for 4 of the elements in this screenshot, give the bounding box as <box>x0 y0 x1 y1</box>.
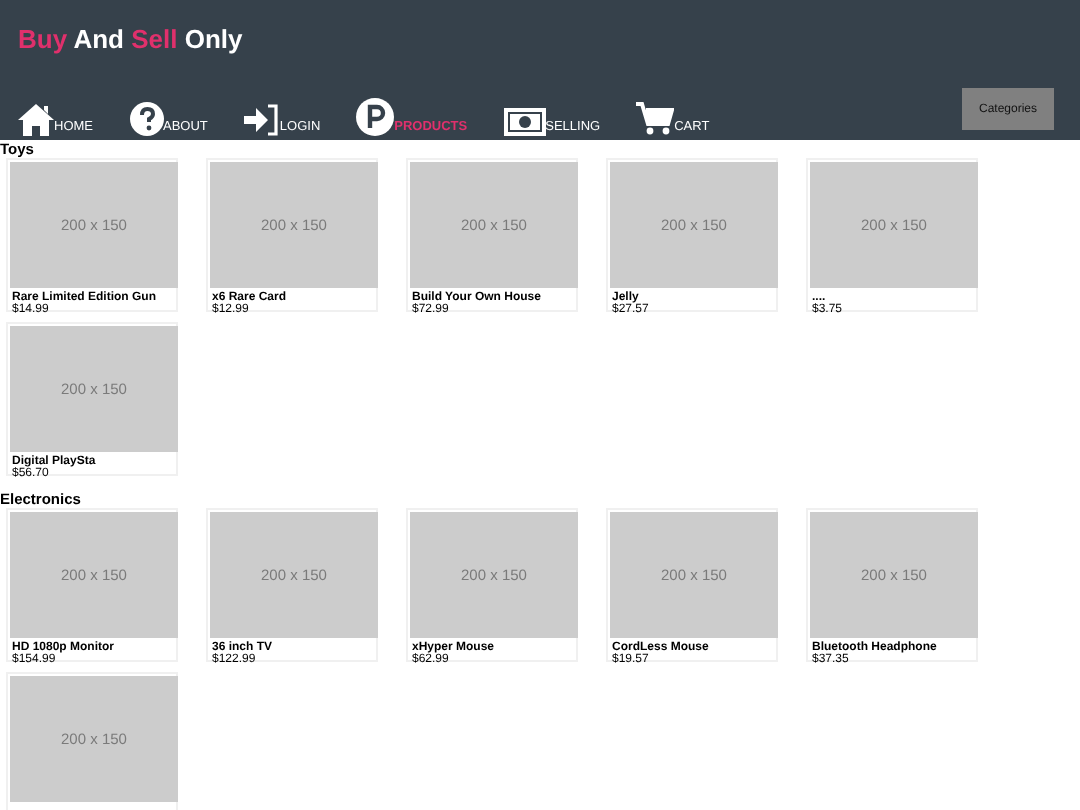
home-icon <box>18 104 54 136</box>
site-title: Buy And Sell Only <box>18 24 245 54</box>
login-icon <box>243 104 280 136</box>
cart-icon <box>636 102 675 136</box>
